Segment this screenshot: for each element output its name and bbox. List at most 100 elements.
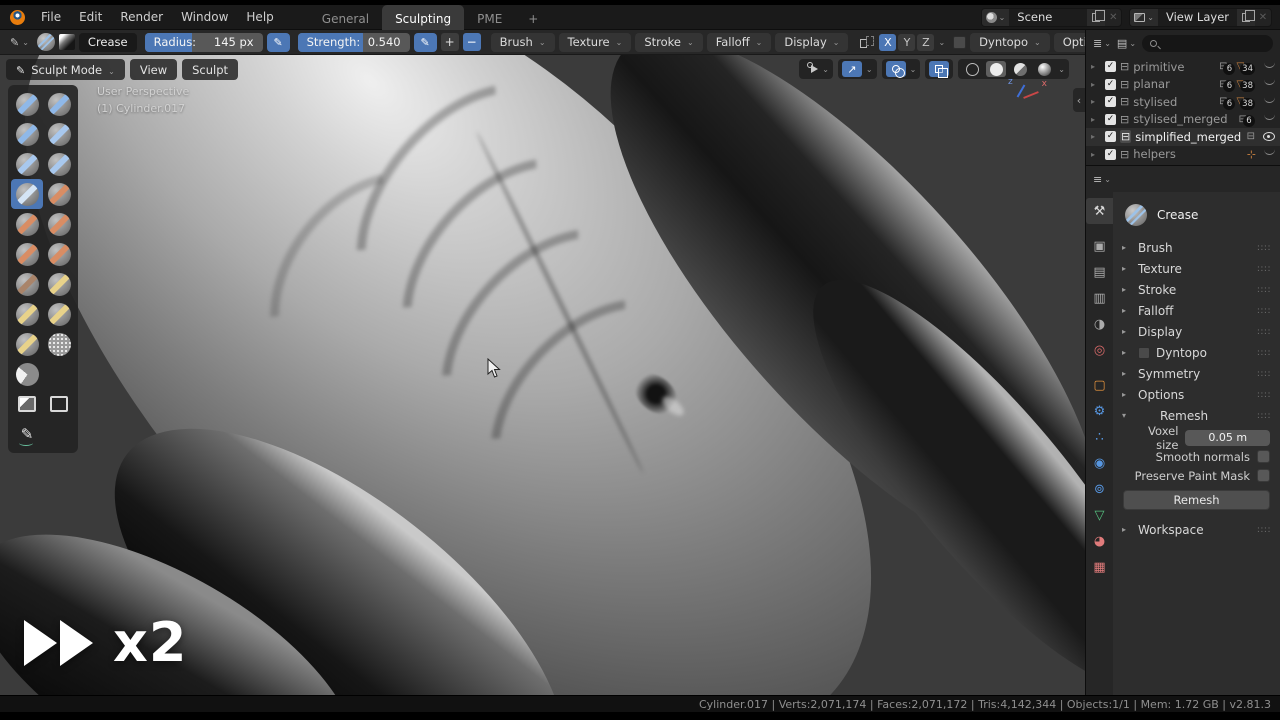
menu-file[interactable]: File <box>32 5 70 30</box>
eye-closed-icon[interactable] <box>1264 97 1275 103</box>
expand-icon[interactable] <box>1091 132 1101 141</box>
strength-slider[interactable]: Strength: 0.540 <box>298 33 410 52</box>
properties-tab-output[interactable]: ▤ <box>1086 259 1113 285</box>
tool-thumb[interactable] <box>11 299 43 329</box>
menu-edit[interactable]: Edit <box>70 5 111 30</box>
expand-icon[interactable] <box>1091 97 1101 106</box>
tool-crease[interactable] <box>11 179 43 209</box>
add-workspace-tab[interactable]: + <box>515 5 551 30</box>
shading-material-button[interactable] <box>1010 61 1030 77</box>
tool-simplify[interactable] <box>43 329 75 359</box>
properties-tab-scene[interactable]: ◑ <box>1086 311 1113 337</box>
dyntopo-checkbox[interactable] <box>953 36 966 49</box>
panel-texture[interactable]: Texture <box>1113 258 1280 279</box>
outliner-editor-type-button[interactable]: ≣⌄ <box>1093 37 1111 50</box>
properties-tab-object-data[interactable]: ▽ <box>1086 502 1113 528</box>
tool-fill[interactable] <box>43 209 75 239</box>
drag-handle-icon[interactable] <box>1257 243 1271 253</box>
remove-view-layer-button[interactable]: ✕ <box>1255 9 1271 26</box>
properties-tab-world[interactable]: ◎ <box>1086 337 1113 363</box>
panel-brush[interactable]: Brush <box>1113 237 1280 258</box>
expand-icon[interactable] <box>1091 150 1101 159</box>
expand-icon[interactable] <box>1091 80 1101 89</box>
drag-handle-icon[interactable] <box>1257 306 1271 316</box>
menu-window[interactable]: Window <box>172 5 237 30</box>
panel-dropdown-brush[interactable]: Brush <box>491 33 555 52</box>
view-layer-selector[interactable]: ⌄ View Layer ✕ <box>1129 8 1272 27</box>
outliner-filter-button[interactable]: ▤⌄ <box>1117 37 1136 50</box>
properties-tab-object[interactable]: ▢ <box>1086 372 1113 398</box>
workspace-tab-pme[interactable]: PME <box>464 5 515 30</box>
blender-logo-icon[interactable] <box>10 10 25 25</box>
shading-rendered-button[interactable] <box>1034 61 1054 77</box>
unlink-scene-button[interactable]: ✕ <box>1105 9 1121 26</box>
tool-scrape[interactable] <box>11 239 43 269</box>
drag-handle-icon[interactable] <box>1257 369 1271 379</box>
visibility-checkbox[interactable] <box>1105 149 1116 160</box>
drag-handle-icon[interactable] <box>1257 411 1271 421</box>
drag-handle-icon[interactable] <box>1257 285 1271 295</box>
tool-snake-hook[interactable] <box>43 269 75 299</box>
tool-rotate[interactable] <box>11 329 43 359</box>
dyntopo-dropdown[interactable]: Dyntopo <box>970 33 1050 52</box>
radius-pressure-toggle[interactable] <box>267 33 290 52</box>
brush-direction-subtract-button[interactable]: − <box>463 33 481 51</box>
radius-slider[interactable]: Radius: 145 px <box>145 33 263 52</box>
menu-render[interactable]: Render <box>111 5 172 30</box>
visibility-checkbox[interactable] <box>1105 79 1116 90</box>
workspace-tab-sculpting[interactable]: Sculpting <box>382 5 464 30</box>
overlays-toggle[interactable] <box>886 61 906 77</box>
properties-tab-render[interactable]: ▣ <box>1086 233 1113 259</box>
xray-toggle[interactable] <box>929 61 949 77</box>
show-object-types-dropdown[interactable]: ⌄ <box>799 59 833 79</box>
sculpt-menu[interactable]: Sculpt <box>182 59 238 80</box>
outliner-row-stylised[interactable]: stylised638 <box>1086 93 1280 111</box>
voxel-size-field[interactable]: 0.05 m <box>1185 430 1270 446</box>
tool-smooth[interactable] <box>43 179 75 209</box>
drag-handle-icon[interactable] <box>1257 390 1271 400</box>
visibility-checkbox[interactable] <box>1105 96 1116 107</box>
drag-handle-icon[interactable] <box>1257 264 1271 274</box>
outliner-search-input[interactable] <box>1142 35 1273 52</box>
drag-handle-icon[interactable] <box>1257 525 1271 535</box>
preserve-paint-mask-checkbox[interactable] <box>1257 469 1270 482</box>
tool-blob[interactable] <box>43 149 75 179</box>
navigation-axis-gizmo[interactable]: z x <box>1007 79 1047 111</box>
expand-icon[interactable] <box>1091 115 1101 124</box>
drag-handle-icon[interactable] <box>1257 327 1271 337</box>
properties-editor-type-button[interactable]: ≡⌄ <box>1093 173 1111 186</box>
brush-direction-add-button[interactable]: + <box>441 33 459 51</box>
tool-layer[interactable] <box>43 119 75 149</box>
panel-options[interactable]: Options <box>1113 384 1280 405</box>
visibility-checkbox[interactable] <box>1105 114 1116 125</box>
scene-selector[interactable]: ⌄ Scene ✕ <box>981 8 1123 27</box>
panel-display[interactable]: Display <box>1113 321 1280 342</box>
shading-wireframe-button[interactable] <box>962 61 982 77</box>
brush-falloff-preview-icon[interactable] <box>59 34 75 50</box>
tool-annotate[interactable] <box>11 419 43 449</box>
crease-brush-icon[interactable] <box>1125 204 1147 226</box>
panel-stroke[interactable]: Stroke <box>1113 279 1280 300</box>
view-menu[interactable]: View <box>130 59 177 80</box>
panel-dropdown-texture[interactable]: Texture <box>559 33 632 52</box>
tool-pinch[interactable] <box>43 239 75 269</box>
tool-box-hide[interactable] <box>43 389 75 419</box>
tool-mask[interactable] <box>11 359 43 389</box>
panel-dropdown-stroke[interactable]: Stroke <box>635 33 702 52</box>
tool-clay[interactable] <box>43 89 75 119</box>
panel-workspace[interactable]: Workspace <box>1113 519 1280 540</box>
workspace-tab-general[interactable]: General <box>309 5 382 30</box>
panel-dyntopo[interactable]: Dyntopo <box>1113 342 1280 363</box>
properties-tab-constraints[interactable]: ⊚ <box>1086 476 1113 502</box>
properties-tab-texture[interactable]: ▦ <box>1086 554 1113 580</box>
properties-tab-particles[interactable]: ∴ <box>1086 424 1113 450</box>
mirror-axis-y[interactable]: Y <box>898 34 915 51</box>
panel-dropdown-falloff[interactable]: Falloff <box>707 33 772 52</box>
scene-icon-zone[interactable]: ⌄ <box>982 9 1010 26</box>
properties-tab-material[interactable]: ◕ <box>1086 528 1113 554</box>
sidebar-collapse-arrow[interactable]: ‹ <box>1073 88 1085 112</box>
panel-symmetry[interactable]: Symmetry <box>1113 363 1280 384</box>
menu-help[interactable]: Help <box>237 5 282 30</box>
eye-closed-icon[interactable] <box>1264 62 1275 68</box>
new-view-layer-button[interactable] <box>1237 9 1255 26</box>
